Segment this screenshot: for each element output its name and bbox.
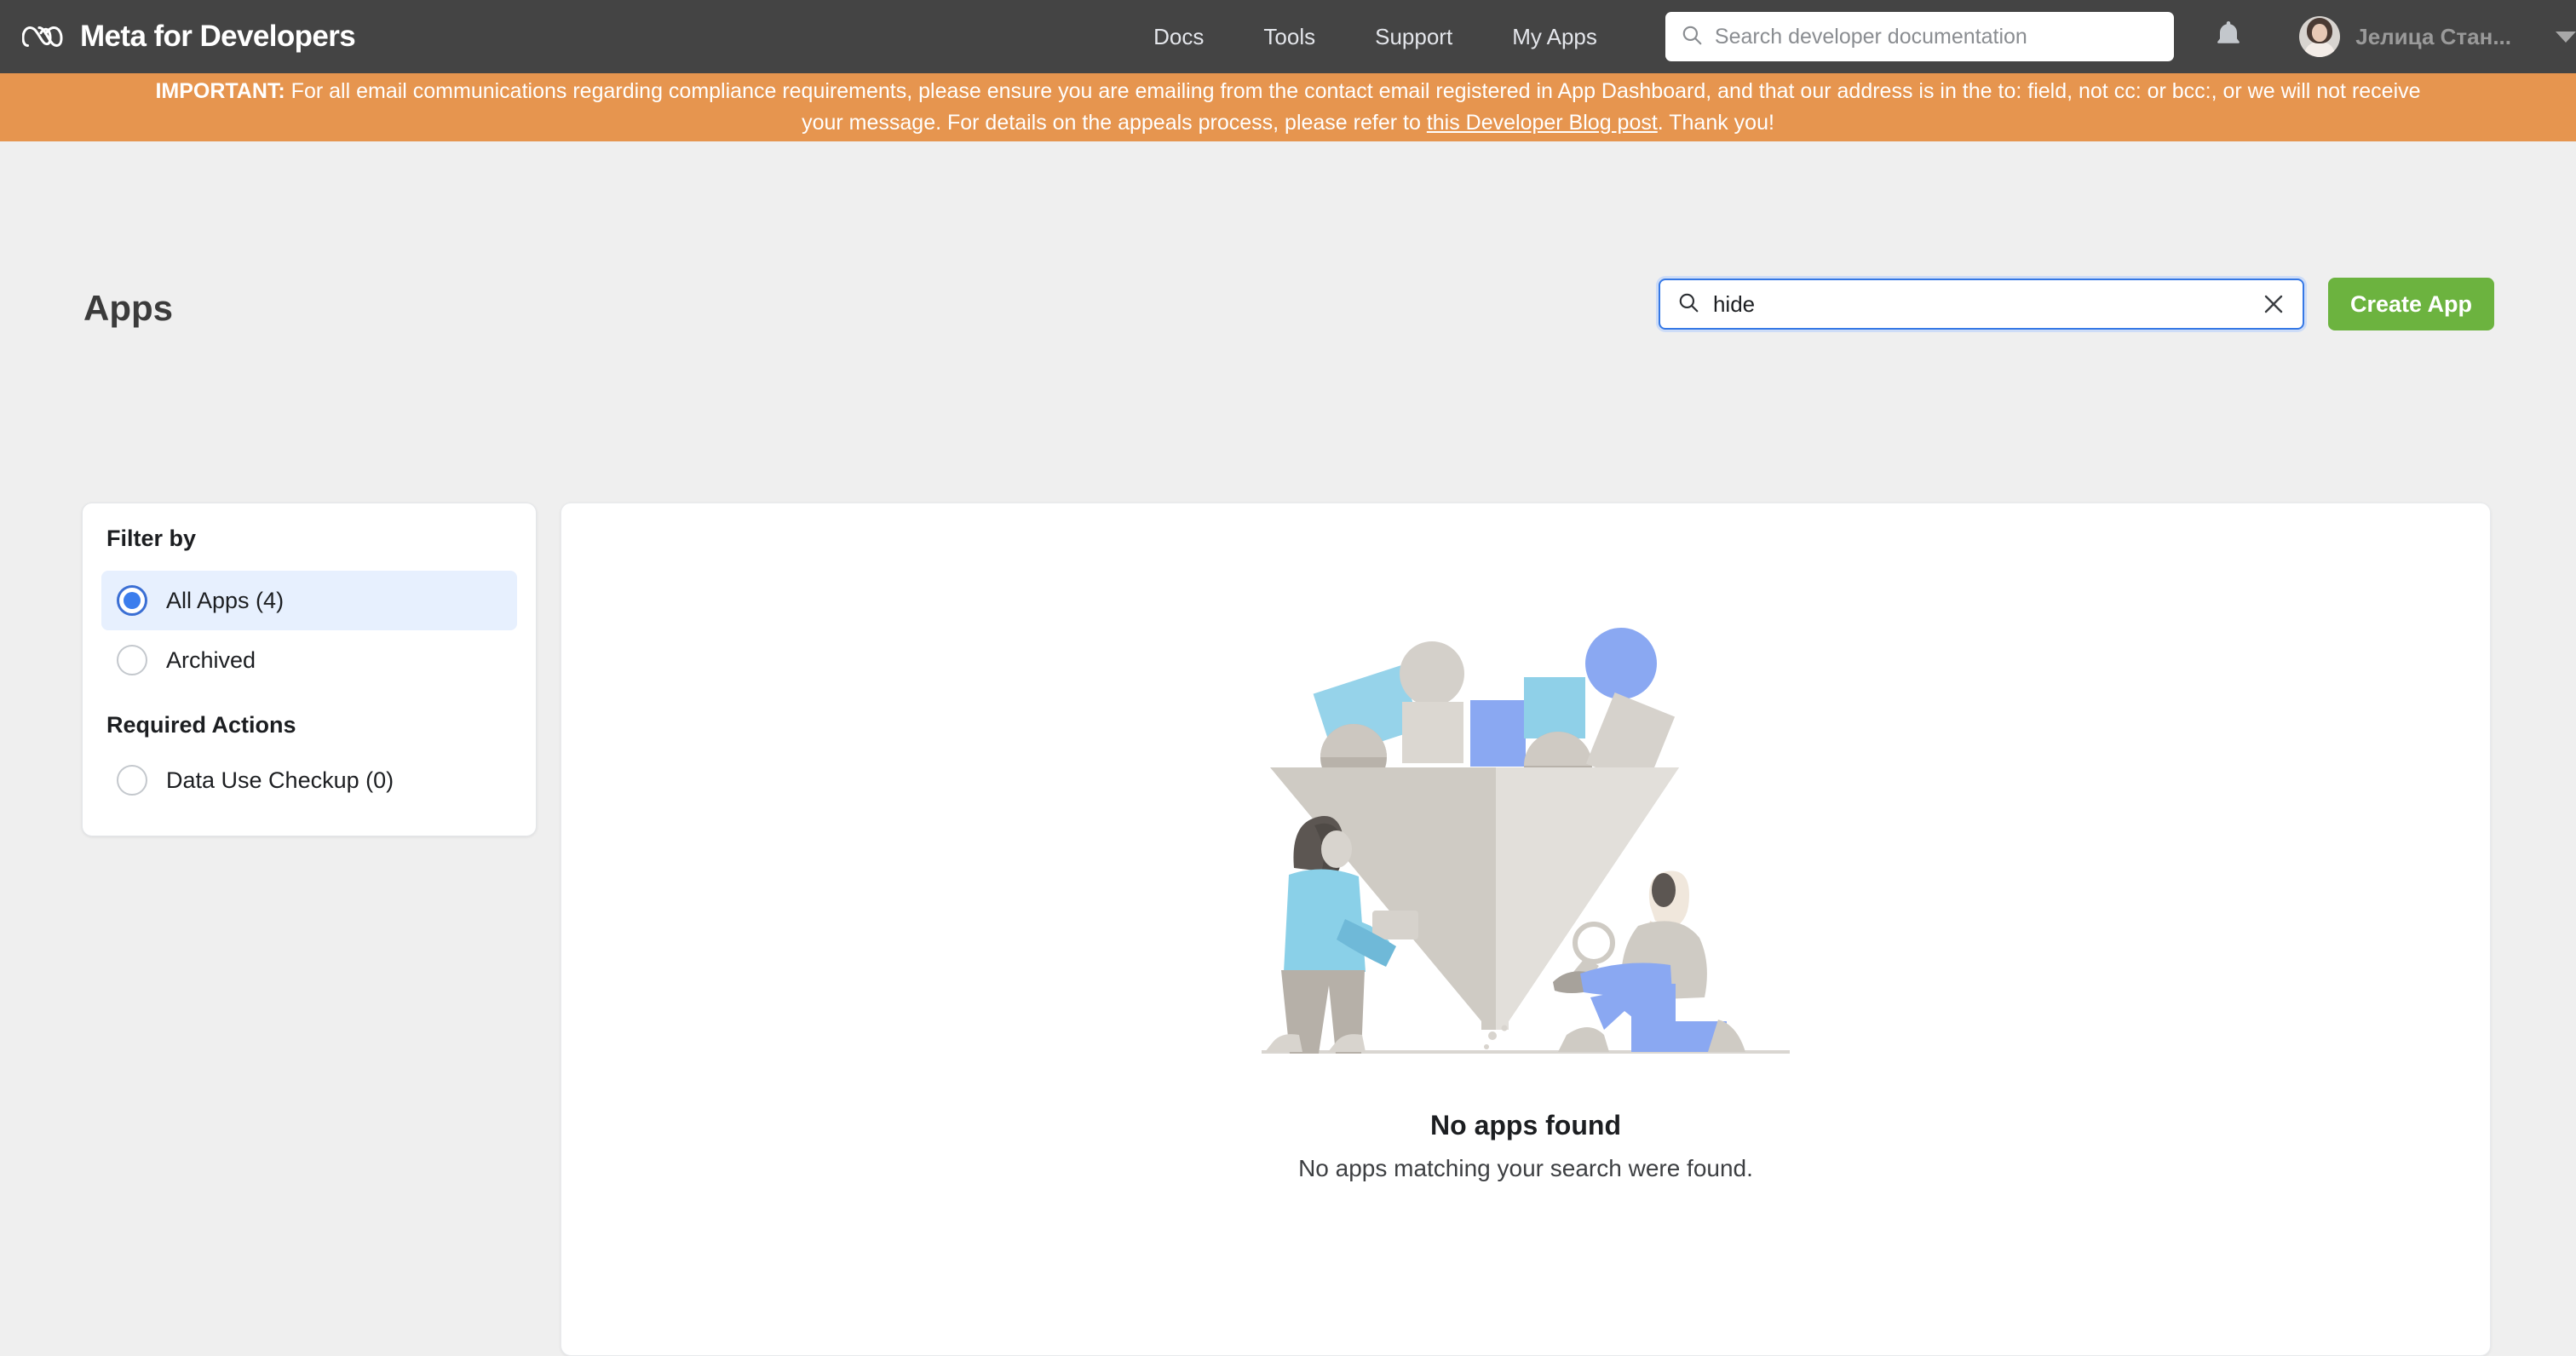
banner-text-part-2: . Thank you! [1657,111,1774,135]
notifications-button[interactable] [2208,14,2248,60]
search-icon [1677,291,1699,318]
app-search-input[interactable]: hide [1658,279,2304,330]
app-search-value: hide [1712,290,1756,317]
nav-link-my-apps[interactable]: My Apps [1482,24,1627,50]
apps-results-panel: No apps found No apps matching your sear… [561,503,2491,1356]
radio-icon-selected [117,585,147,616]
bell-icon [2214,20,2243,55]
profile-name: Јелица Стан... [2355,23,2511,49]
funnel-search-illustration-icon [1253,612,1798,1072]
brand-title: Meta for Developers [80,20,356,53]
empty-state-subtitle: No apps matching your search were found. [1298,1155,1753,1181]
nav-link-tools[interactable]: Tools [1233,24,1345,50]
filter-panel: Filter by All Apps (4) Archived Required… [82,503,537,836]
nav-links: Docs Tools Support My Apps [1124,24,1627,50]
filter-option-archived[interactable]: Archived [101,630,517,690]
radio-icon [117,645,147,675]
page-header: Apps hide Create App [83,278,2494,346]
profile-menu[interactable]: Јелица Стан... [2299,16,2511,57]
filter-option-label: Archived [166,646,256,673]
chevron-down-icon[interactable] [2556,31,2576,43]
developer-blog-post-link[interactable]: this Developer Blog post [1427,111,1658,135]
meta-infinity-logo-icon [22,22,70,51]
filter-by-heading: Filter by [106,526,197,551]
empty-state: No apps found No apps matching your sear… [561,612,2490,1182]
nav-link-docs[interactable]: Docs [1124,24,1233,50]
page-title: Apps [83,288,173,328]
banner-text: IMPORTANT: For all email communications … [136,76,2440,139]
filter-option-label: All Apps (4) [166,587,285,613]
doc-search-input[interactable]: Search developer documentation [1665,12,2175,61]
radio-icon [117,765,147,796]
search-icon [1681,24,1703,50]
filter-option-label: Data Use Checkup (0) [166,767,394,793]
page-body: Apps hide Create App Filter by All Apps … [0,141,2576,1356]
required-actions-heading: Required Actions [106,712,296,738]
banner-label: IMPORTANT: [155,79,285,103]
filter-option-data-use-checkup[interactable]: Data Use Checkup (0) [101,750,517,810]
create-app-button[interactable]: Create App [2327,278,2494,330]
avatar [2299,16,2341,57]
close-icon[interactable] [2262,292,2286,316]
page-actions: hide Create App [1658,278,2494,330]
banner-text-part-1: For all email communications regarding c… [285,79,2421,135]
empty-state-title: No apps found [1430,1110,1621,1141]
important-notice-banner: IMPORTANT: For all email communications … [0,73,2576,141]
brand-home-link[interactable]: Meta for Developers [22,20,356,54]
filter-option-all-apps[interactable]: All Apps (4) [101,571,517,630]
doc-search-placeholder: Search developer documentation [1714,24,2027,49]
top-navigation-bar: Meta for Developers Docs Tools Support M… [0,0,2576,73]
nav-link-support[interactable]: Support [1345,24,1482,50]
